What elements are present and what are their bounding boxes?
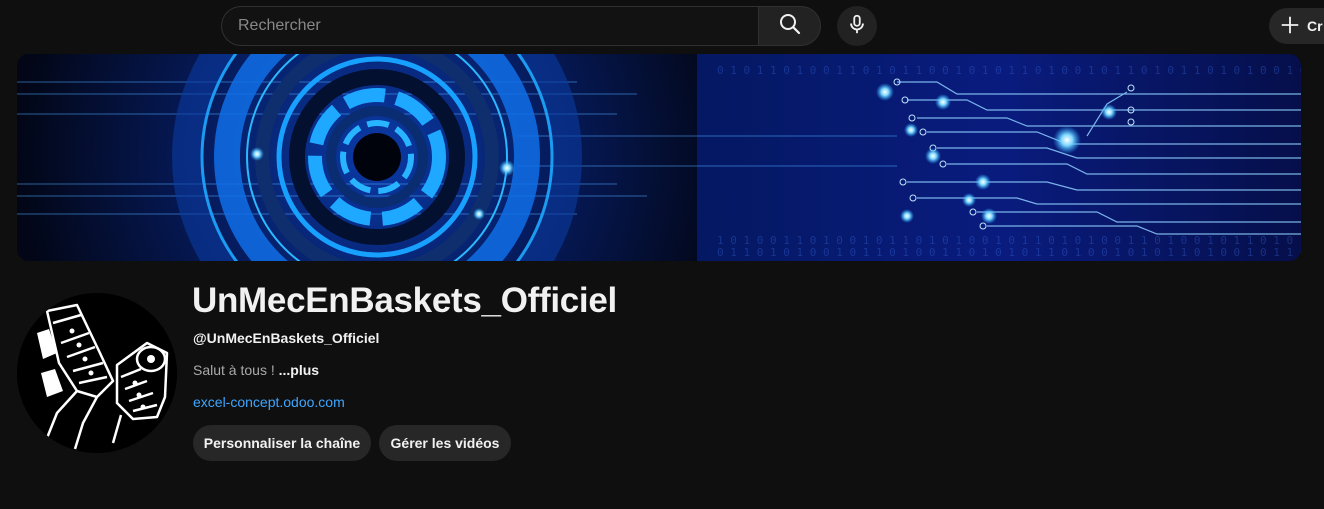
manage-videos-button[interactable]: Gérer les vidéos [379,425,511,461]
channel-description[interactable]: Salut à tous ! ...plus [193,362,319,378]
search-box [221,6,821,46]
search-icon [778,12,802,41]
customize-channel-button[interactable]: Personnaliser la chaîne [193,425,371,461]
plus-icon [1279,14,1301,39]
search-button[interactable] [758,6,821,46]
channel-banner: 0 1 0 1 1 0 1 0 0 1 1 0 1 0 1 1 0 0 1 0 … [17,54,1301,261]
more-link[interactable]: ...plus [279,362,319,378]
svg-text:0 1 0 1 1 0 1 0 0 1 1 0 1 0 1: 0 1 0 1 1 0 1 0 0 1 1 0 1 0 1 1 0 0 1 0 … [717,64,1301,77]
channel-avatar[interactable] [17,293,177,453]
description-text: Salut à tous ! [193,362,279,378]
channel-link[interactable]: excel-concept.odoo.com [193,394,345,410]
create-button[interactable]: Cr [1269,8,1324,44]
search-input[interactable] [221,6,758,46]
sneakers-icon [17,293,177,453]
channel-handle: @UnMecEnBaskets_Officiel [193,330,380,346]
svg-text:0 1 1 0 1 0 1 0 0 1 0 1 1 0 1: 0 1 1 0 1 0 1 0 0 1 0 1 1 0 1 0 0 1 1 0 … [717,246,1301,259]
channel-name: UnMecEnBaskets_Officiel [192,281,617,320]
create-label: Cr [1307,18,1323,34]
voice-search-button[interactable] [837,6,877,46]
mic-icon [846,13,868,40]
top-bar: Cr [0,0,1324,52]
